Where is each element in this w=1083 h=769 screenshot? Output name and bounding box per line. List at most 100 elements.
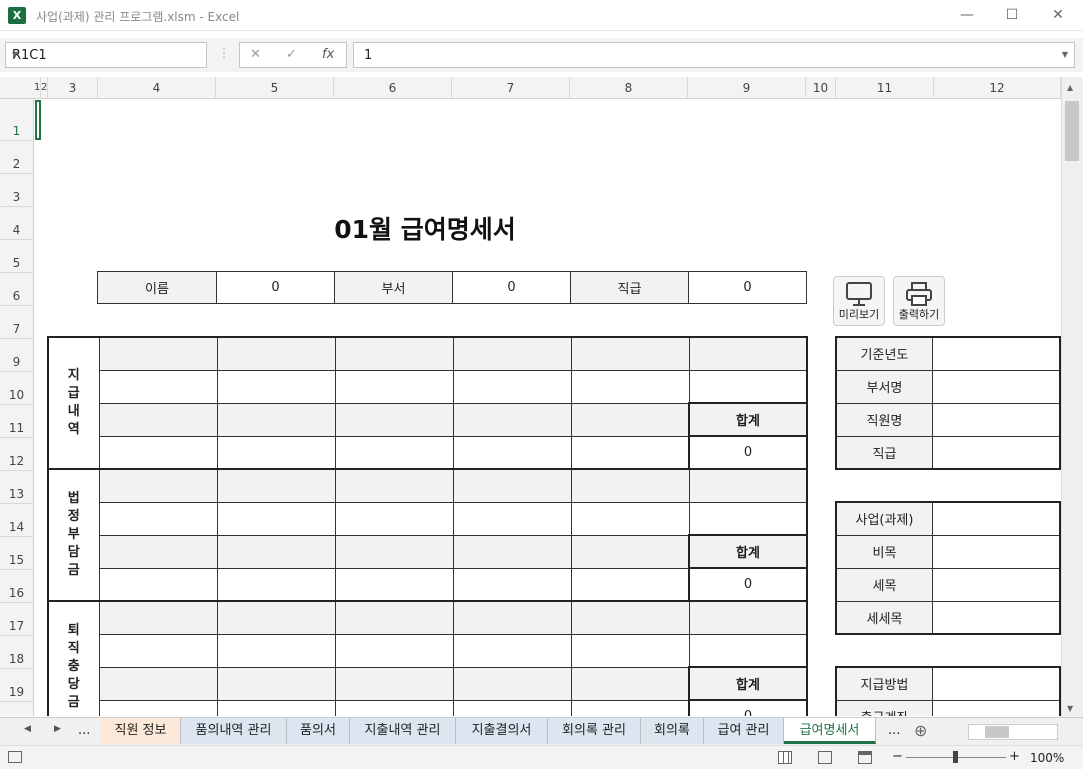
cell[interactable] [216, 666, 336, 701]
cell[interactable] [452, 600, 572, 635]
cell[interactable] [570, 369, 690, 404]
cell[interactable] [452, 633, 572, 668]
cell[interactable] [452, 468, 572, 503]
cell[interactable] [98, 567, 218, 602]
cell[interactable] [570, 633, 690, 668]
cell[interactable] [452, 501, 572, 536]
column-header[interactable]: 5 [216, 77, 334, 99]
cell[interactable] [570, 699, 690, 716]
cell[interactable] [334, 600, 454, 635]
cell[interactable] [216, 633, 336, 668]
cell[interactable] [334, 468, 454, 503]
zoom-slider[interactable] [906, 751, 1006, 763]
print-button[interactable]: 출력하기 [893, 276, 945, 326]
horizontal-scrollbar[interactable] [968, 724, 1058, 740]
cell[interactable] [452, 336, 572, 371]
column-header[interactable]: 7 [452, 77, 570, 99]
cell[interactable] [216, 600, 336, 635]
enter-icon[interactable]: ✓ [286, 47, 297, 62]
zoom-thumb[interactable] [953, 751, 958, 763]
row-header[interactable]: 17 [0, 603, 33, 636]
zoom-out-icon[interactable]: − [892, 749, 903, 764]
cell[interactable] [570, 435, 690, 470]
tab-minutes-list[interactable]: 회의록 관리 [548, 718, 641, 744]
worksheet-grid[interactable]: 01월 급여명세서 이름 0 부서 0 직급 0 미리보기 출력하기 지 급 내 [35, 100, 1061, 716]
cell[interactable] [98, 336, 218, 371]
row-header[interactable]: 1 [0, 99, 33, 141]
column-header[interactable]: 8 [570, 77, 688, 99]
row-header[interactable]: 4 [0, 207, 33, 240]
side-value[interactable] [931, 369, 1061, 404]
row-header[interactable]: 15 [0, 537, 33, 570]
tab-expense-list[interactable]: 지출내역 관리 [350, 718, 456, 744]
row-header[interactable]: 9 [0, 339, 33, 372]
cell[interactable] [688, 501, 808, 536]
cell[interactable] [98, 600, 218, 635]
cell[interactable] [334, 567, 454, 602]
cell[interactable] [98, 666, 218, 701]
side-value[interactable] [931, 336, 1061, 371]
cell[interactable] [452, 369, 572, 404]
cell[interactable] [334, 402, 454, 437]
side-value[interactable] [931, 567, 1061, 602]
row-header[interactable]: 5 [0, 240, 33, 273]
dept-value[interactable]: 0 [452, 271, 571, 304]
cell[interactable] [452, 699, 572, 716]
column-header[interactable]: 1 [34, 77, 41, 99]
tab-salary-list[interactable]: 급여 관리 [704, 718, 784, 744]
column-header[interactable]: 6 [334, 77, 452, 99]
row-header[interactable]: 13 [0, 471, 33, 504]
preview-button[interactable]: 미리보기 [833, 276, 885, 326]
cell[interactable] [570, 501, 690, 536]
cell[interactable] [216, 567, 336, 602]
row-header[interactable]: 12 [0, 438, 33, 471]
formula-input[interactable]: 1 ▼ [353, 42, 1075, 68]
column-header[interactable]: 10 [806, 77, 836, 99]
cell[interactable] [334, 699, 454, 716]
minimize-button[interactable]: — [954, 5, 980, 25]
cell[interactable] [570, 600, 690, 635]
cell[interactable] [570, 534, 690, 569]
cell[interactable] [216, 534, 336, 569]
cell[interactable] [334, 666, 454, 701]
cell[interactable] [688, 600, 808, 635]
side-value[interactable] [931, 699, 1061, 716]
cell[interactable] [334, 336, 454, 371]
cell[interactable] [216, 468, 336, 503]
side-value[interactable] [931, 501, 1061, 536]
cell[interactable] [216, 369, 336, 404]
add-sheet-icon[interactable]: ⊕ [914, 721, 927, 740]
tab-approval[interactable]: 품의서 [287, 718, 350, 744]
column-header[interactable]: 3 [48, 77, 98, 99]
column-header[interactable]: 2 [41, 77, 48, 99]
cell[interactable] [98, 402, 218, 437]
tab-payslip[interactable]: 급여명세서 [784, 718, 876, 744]
row-header[interactable]: 18 [0, 636, 33, 669]
side-value[interactable] [931, 534, 1061, 569]
page-layout-icon[interactable] [818, 751, 832, 764]
cell[interactable] [570, 402, 690, 437]
tab-expense[interactable]: 지출결의서 [456, 718, 548, 744]
tab-staff-info[interactable]: 직원 정보 [101, 718, 181, 744]
cell[interactable] [98, 369, 218, 404]
tab-approval-list[interactable]: 품의내역 관리 [181, 718, 287, 744]
expand-formula-icon[interactable]: ▼ [1062, 50, 1068, 59]
zoom-level[interactable]: 100% [1030, 751, 1064, 765]
scroll-thumb[interactable] [1065, 101, 1079, 161]
side-value[interactable] [931, 666, 1061, 701]
scroll-down-icon[interactable]: ▼ [1067, 704, 1073, 713]
side-value[interactable] [931, 402, 1061, 437]
zoom-in-icon[interactable]: + [1009, 749, 1020, 764]
cell[interactable] [98, 501, 218, 536]
vertical-scrollbar[interactable]: ▲ ▼ [1061, 77, 1083, 717]
row-header[interactable]: 6 [0, 273, 33, 306]
cell[interactable] [688, 336, 808, 371]
chevron-down-icon[interactable]: ▼ [12, 50, 200, 59]
cell[interactable] [216, 435, 336, 470]
column-header[interactable]: 12 [934, 77, 1061, 99]
tab-minutes[interactable]: 회의록 [641, 718, 704, 744]
cell[interactable] [334, 633, 454, 668]
cell[interactable] [452, 567, 572, 602]
cell[interactable] [334, 369, 454, 404]
normal-view-icon[interactable] [778, 751, 792, 764]
